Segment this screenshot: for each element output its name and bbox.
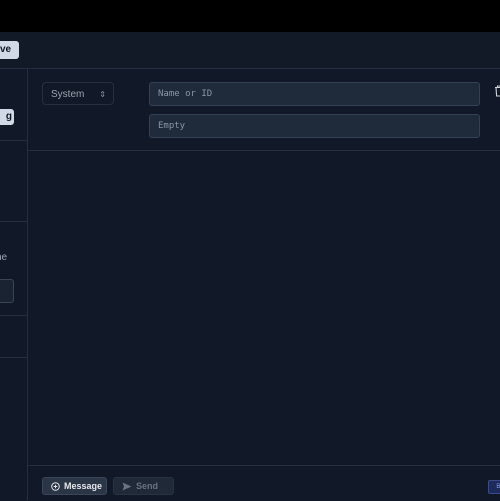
trash-icon[interactable]	[494, 85, 500, 97]
role-value: System	[51, 89, 85, 100]
chevron-up-down-icon: ⇕	[99, 90, 106, 99]
toolbar: ve	[0, 32, 500, 69]
divider	[0, 357, 27, 358]
save-button[interactable]: ve	[0, 41, 20, 59]
role-select[interactable]: System ⇕	[42, 82, 114, 105]
plus-circle-icon	[51, 481, 60, 491]
divider	[0, 140, 27, 141]
content-input[interactable]	[149, 114, 480, 138]
send-button[interactable]: Send	[113, 477, 174, 495]
footer: Message Send Bi	[28, 465, 500, 501]
name-input[interactable]	[149, 82, 480, 106]
sidebar-text: he	[0, 252, 8, 263]
message-row: System ⇕	[28, 69, 500, 151]
add-message-button[interactable]: Message	[42, 477, 107, 495]
divider	[0, 221, 27, 222]
left-panel: g he	[0, 69, 28, 500]
send-label: Send	[136, 481, 159, 491]
send-icon	[122, 482, 132, 490]
corner-badge: Bi	[488, 480, 500, 494]
sidebar-input[interactable]	[0, 279, 14, 303]
sidebar-badge-button[interactable]: g	[0, 109, 14, 125]
divider	[0, 315, 27, 316]
add-message-label: Message	[64, 481, 103, 491]
top-strip	[0, 0, 500, 32]
